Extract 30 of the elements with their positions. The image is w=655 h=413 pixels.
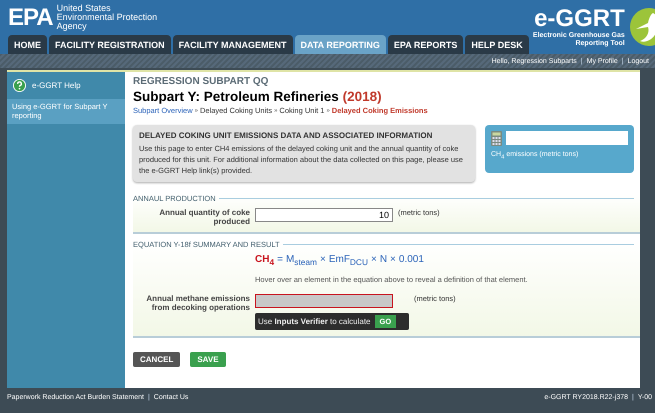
nav-tab[interactable]: FACILITY MANAGEMENT bbox=[172, 35, 293, 54]
info-title: DELAYED COKING UNIT EMISSIONS DATA AND ASSOCIATED INFORMATION bbox=[139, 131, 434, 140]
help-title: e-GGRT Help bbox=[32, 81, 81, 90]
equation-term[interactable]: CH$_{4}$ bbox=[255, 254, 274, 267]
page-supertitle: REGRESSION SUBPART QQ bbox=[133, 76, 270, 87]
help-icon bbox=[13, 79, 26, 92]
coke-quantity-field[interactable]: 10 bbox=[255, 208, 393, 222]
agency-logo: EPA bbox=[8, 4, 53, 30]
page-title: Subpart Y: Petroleum Refineries (2018) bbox=[133, 89, 383, 104]
equation-term[interactable]: M$_{steam}$ bbox=[286, 254, 317, 267]
equals-sign: = bbox=[277, 254, 283, 265]
nav-tab[interactable]: FACILITY REGISTRATION bbox=[49, 35, 171, 54]
emissions-field[interactable] bbox=[506, 131, 628, 145]
operator: × bbox=[320, 254, 326, 265]
equation-term[interactable]: 0.001 bbox=[398, 254, 424, 265]
nav-tab[interactable]: EPA REPORTS bbox=[388, 35, 464, 54]
nav-tab[interactable]: HOME bbox=[8, 35, 47, 54]
tool-logo: e-GGRT bbox=[534, 6, 625, 32]
equation-term[interactable]: N bbox=[380, 254, 388, 265]
cancel-button[interactable]: CANCEL bbox=[133, 352, 180, 367]
calculator-icon bbox=[491, 131, 502, 146]
save-button[interactable]: SAVE bbox=[190, 352, 226, 367]
tooltip-text: Use Inputs Verifier to calculate bbox=[258, 317, 371, 326]
field-label: Annual quantity of coke produced bbox=[158, 208, 250, 226]
field-label: Annual methane emissions from decoking operations bbox=[145, 294, 250, 312]
nav-tab[interactable]: HELP DESK bbox=[465, 35, 529, 54]
operator: × bbox=[370, 254, 377, 265]
operator: × bbox=[390, 254, 396, 265]
agency-name: United States Environmental Protection Agency bbox=[56, 4, 158, 31]
equation-term[interactable]: EmF$_{DCU}$ bbox=[328, 254, 368, 267]
